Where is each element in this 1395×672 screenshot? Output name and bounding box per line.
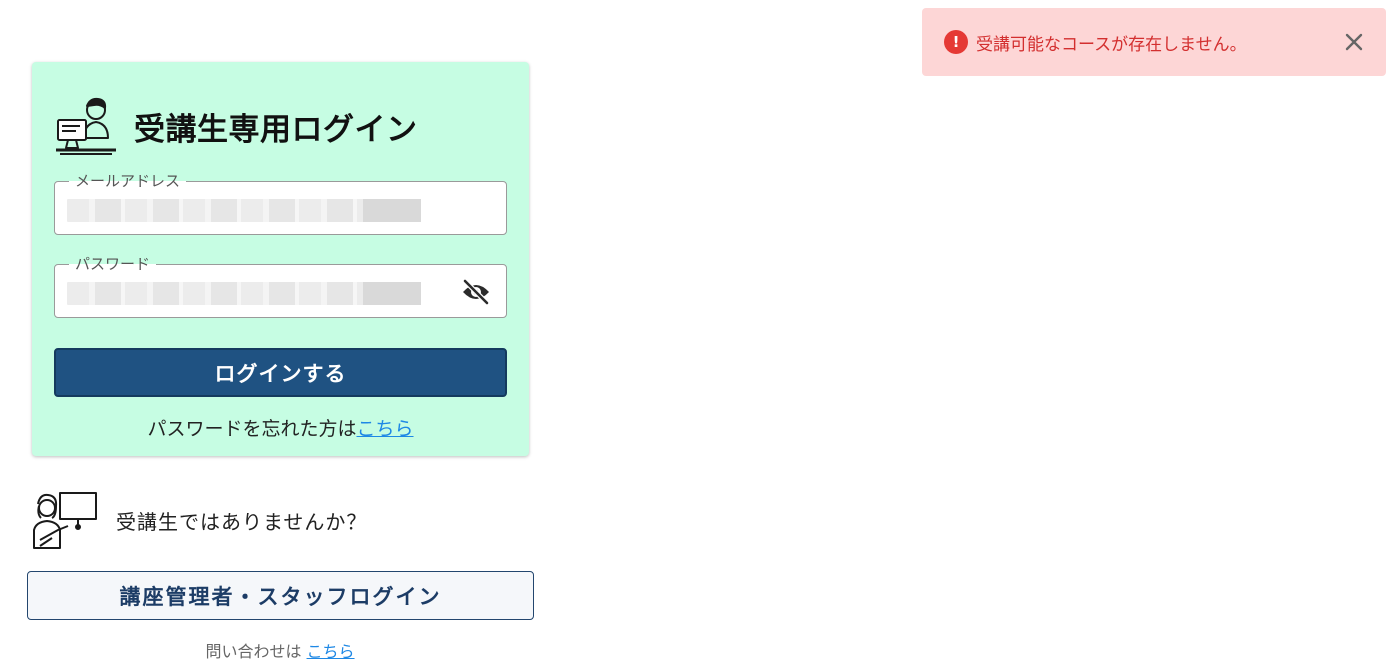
contact-line: 問い合わせは こちら: [0, 638, 560, 662]
close-icon[interactable]: [1338, 26, 1370, 58]
password-label: パスワード: [69, 255, 157, 273]
forgot-password: パスワードを忘れた方はこちら: [32, 414, 529, 441]
email-field[interactable]: メールアドレス: [54, 172, 507, 235]
email-input[interactable]: [67, 199, 421, 222]
staff-question: 受講生ではありませんか？: [116, 509, 368, 534]
toast-message: 受講可能なコースが存在しません。: [976, 34, 1247, 55]
contact-text: 問い合わせは: [205, 642, 307, 661]
card-header: 受講生専用ログイン: [54, 94, 418, 158]
eye-off-icon[interactable]: [460, 277, 492, 307]
error-circle-icon: !: [944, 30, 968, 54]
student-computer-icon: [56, 97, 116, 155]
teacher-presentation-icon: [33, 492, 97, 549]
email-label: メールアドレス: [69, 172, 187, 190]
staff-prompt: 受講生ではありませんか？: [30, 490, 367, 550]
login-page: ! 受講可能なコースが存在しません。 受講生専用ログイン メールアドレス パスワ…: [0, 0, 1395, 672]
student-login-card: 受講生専用ログイン メールアドレス パスワード ログインする パスワードを忘れた…: [32, 62, 529, 456]
error-toast: ! 受講可能なコースが存在しません。: [922, 8, 1386, 76]
password-input[interactable]: [67, 282, 421, 305]
contact-link[interactable]: こちら: [307, 642, 355, 661]
login-button[interactable]: ログインする: [54, 348, 507, 397]
forgot-text: パスワードを忘れた方は: [147, 418, 357, 440]
password-field[interactable]: パスワード: [54, 255, 507, 318]
staff-login-button[interactable]: 講座管理者・スタッフログイン: [27, 571, 534, 620]
card-title: 受講生専用ログイン: [134, 111, 418, 148]
forgot-password-link[interactable]: こちら: [357, 418, 414, 440]
